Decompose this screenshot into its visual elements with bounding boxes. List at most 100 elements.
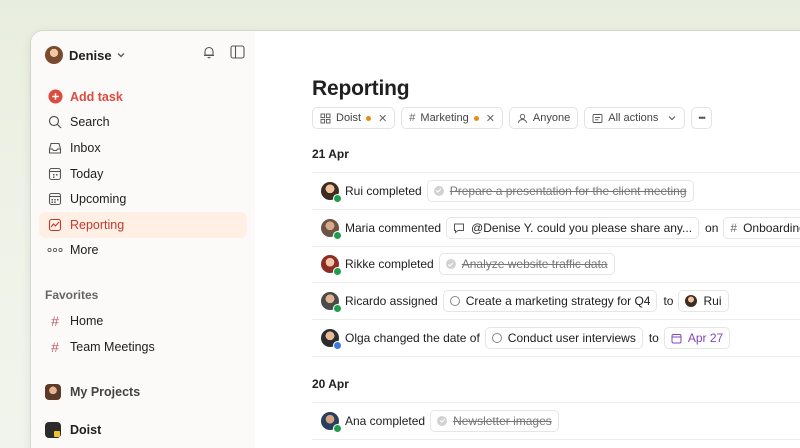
sidebar-item-reporting[interactable]: Reporting <box>39 211 247 238</box>
favorite-label: Team Meetings <box>70 339 155 354</box>
sidebar-item-today[interactable]: Today <box>39 161 247 187</box>
chart-icon <box>47 217 63 233</box>
actions-icon <box>592 113 603 123</box>
activity-row: Ricardo assigned Create a marketing stra… <box>312 283 800 321</box>
task-reference[interactable]: Newsletter images <box>430 409 559 432</box>
project-name: Onboarding <box>743 220 800 235</box>
sidebar-item-inbox[interactable]: Inbox <box>39 135 247 161</box>
favorite-item-home[interactable]: # Home <box>39 308 247 334</box>
activity-text: Ricardo assigned <box>345 294 438 309</box>
person-icon <box>517 113 527 123</box>
filter-bar: Doist ✕ # Marketing ✕ Anyone All actions… <box>312 107 800 129</box>
sidebar-item-search[interactable]: Search <box>39 110 247 136</box>
person-reference[interactable]: Rui <box>678 290 729 313</box>
hash-icon: # <box>409 112 416 124</box>
project-label: My Projects <box>70 384 141 399</box>
comment-text: @Denise Y. could you please share any... <box>471 220 693 235</box>
more-icon: ••• <box>698 113 706 123</box>
task-name: Create a marketing strategy for Q4 <box>465 294 651 309</box>
activity-row: Rikke completed Analyze website traffic … <box>312 247 800 284</box>
more-icon <box>47 242 63 258</box>
connector-text: to <box>663 294 674 309</box>
connector-text: to <box>648 331 659 346</box>
filter-chip-marketing[interactable]: # Marketing ✕ <box>401 107 503 129</box>
hash-icon: # <box>51 338 59 355</box>
task-name: Analyze website traffic data <box>461 257 608 272</box>
activity-text: Ana completed <box>345 413 426 428</box>
filter-anyone[interactable]: Anyone <box>508 107 579 129</box>
project-item-my-projects[interactable]: My Projects <box>39 379 247 404</box>
avatar <box>321 411 342 433</box>
date-badge-icon <box>333 341 342 351</box>
activity-text: Rui completed <box>345 183 422 198</box>
completed-check-icon <box>433 185 444 196</box>
activity-row: Maria commented @Denise Y. could you ple… <box>312 210 800 247</box>
more-options-button[interactable]: ••• <box>691 107 712 129</box>
comment-reference[interactable]: @Denise Y. could you please share any... <box>446 216 700 239</box>
task-reference[interactable]: Create a marketing strategy for Q4 <box>442 290 658 313</box>
activity-row: Olga changed the date of Conduct user in… <box>312 320 800 357</box>
due-date: Apr 27 <box>687 331 724 346</box>
avatar <box>321 292 342 314</box>
avatar <box>321 181 342 203</box>
avatar <box>321 329 342 351</box>
filter-dot <box>473 115 479 121</box>
project-label: Doist <box>70 422 102 437</box>
main-content: Reporting Doist ✕ # Marketing ✕ Anyone A… <box>255 31 800 448</box>
check-badge-icon <box>333 423 342 433</box>
task-name: Conduct user interviews <box>507 331 636 346</box>
filter-label: All actions <box>608 112 659 124</box>
grid-icon <box>320 113 331 123</box>
task-circle-icon <box>449 296 460 307</box>
project-item-doist[interactable]: Doist <box>39 417 247 442</box>
calendar-icon <box>671 333 682 344</box>
sidebar-item-more[interactable]: More <box>39 238 247 264</box>
filter-chip-doist[interactable]: Doist ✕ <box>312 107 396 129</box>
date-reference[interactable]: Apr 27 <box>663 327 731 350</box>
nav-label: Add task <box>70 89 123 104</box>
task-circle-icon <box>491 333 502 344</box>
activity-list: Rui completed Prepare a presentation for… <box>312 172 800 357</box>
nav-label: Reporting <box>70 217 125 232</box>
user-avatar <box>45 46 63 64</box>
plus-circle-icon <box>47 89 63 105</box>
page-title: Reporting <box>312 77 410 100</box>
task-reference[interactable]: Analyze website traffic data <box>438 253 615 276</box>
avatar <box>321 255 342 277</box>
nav-label: Search <box>70 115 110 130</box>
app-window: Denise Add task Search Inbox Today Upcom… <box>31 31 800 448</box>
project-reference[interactable]: # Onboarding <box>723 216 800 239</box>
sidebar-item-upcoming[interactable]: Upcoming <box>39 186 247 212</box>
assign-badge-icon <box>333 304 342 314</box>
date-heading: 20 Apr <box>312 376 349 391</box>
filter-label: Doist <box>336 112 362 124</box>
add-task-button[interactable]: Add task <box>39 84 247 110</box>
check-badge-icon <box>333 267 342 277</box>
main-nav: Add task Search Inbox Today Upcoming Rep… <box>39 84 247 263</box>
activity-text: Maria commented <box>345 220 442 235</box>
task-reference[interactable]: Conduct user interviews <box>484 327 643 350</box>
task-reference[interactable]: Prepare a presentation for the client me… <box>426 179 694 202</box>
nav-label: Inbox <box>70 140 101 155</box>
comment-badge-icon <box>333 230 342 240</box>
task-name: Prepare a presentation for the client me… <box>449 183 687 198</box>
person-name: Rui <box>703 294 722 309</box>
completed-check-icon <box>445 259 456 270</box>
doist-logo-icon <box>45 421 61 438</box>
sidebar-toggle-icon[interactable] <box>230 45 245 59</box>
close-icon[interactable]: ✕ <box>486 112 495 125</box>
filter-all-actions[interactable]: All actions <box>584 107 686 129</box>
chevron-down-icon <box>668 116 676 121</box>
calendar-today-icon <box>47 166 63 182</box>
check-badge-icon <box>333 193 342 203</box>
activity-text: Olga changed the date of <box>345 331 480 346</box>
task-name: Newsletter images <box>453 413 552 428</box>
nav-label: Upcoming <box>70 192 127 207</box>
bell-icon[interactable] <box>202 45 216 59</box>
favorite-item-team-meetings[interactable]: # Team Meetings <box>39 334 247 360</box>
close-icon[interactable]: ✕ <box>378 112 387 125</box>
activity-list: Ana completed Newsletter images <box>312 401 800 440</box>
date-heading: 21 Apr <box>312 147 349 161</box>
activity-text: Rikke completed <box>345 257 434 272</box>
inbox-icon <box>47 140 63 156</box>
